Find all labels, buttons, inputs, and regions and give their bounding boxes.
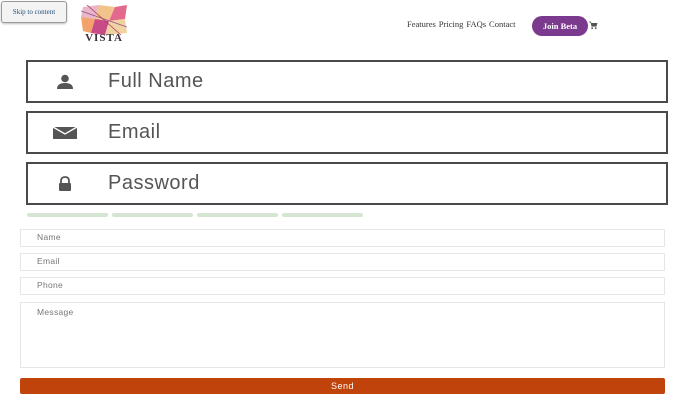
skip-to-content-link[interactable]: Skip to content bbox=[1, 1, 67, 23]
logo-mark bbox=[81, 5, 127, 35]
main-nav: Features Pricing FAQs Contact bbox=[407, 19, 516, 29]
vista-logo[interactable]: VISTA bbox=[81, 5, 127, 47]
phone-input[interactable]: Phone bbox=[20, 277, 665, 295]
nav-item-pricing[interactable]: Pricing bbox=[439, 19, 464, 29]
email-field[interactable]: Email bbox=[26, 111, 668, 154]
nav-item-faqs[interactable]: FAQs bbox=[466, 19, 486, 29]
name-placeholder: Name bbox=[37, 232, 61, 242]
message-placeholder: Message bbox=[37, 307, 74, 317]
lock-icon bbox=[59, 176, 71, 191]
join-beta-button[interactable]: Join Beta bbox=[532, 16, 588, 36]
strength-segment bbox=[112, 213, 193, 217]
password-placeholder: Password bbox=[108, 172, 200, 194]
email-input[interactable]: Email bbox=[20, 253, 665, 271]
password-field[interactable]: Password bbox=[26, 162, 668, 205]
email-input-placeholder: Email bbox=[37, 256, 60, 266]
nav-item-contact[interactable]: Contact bbox=[489, 19, 515, 29]
envelope-icon bbox=[52, 126, 78, 139]
message-textarea[interactable]: Message bbox=[20, 302, 665, 368]
cart-icon[interactable] bbox=[589, 21, 598, 30]
user-icon bbox=[57, 74, 73, 89]
phone-placeholder: Phone bbox=[37, 280, 64, 290]
full-name-placeholder: Full Name bbox=[108, 70, 204, 92]
logo-name: VISTA bbox=[85, 32, 123, 44]
strength-segment bbox=[27, 213, 108, 217]
nav-item-features[interactable]: Features bbox=[407, 19, 436, 29]
strength-segment bbox=[197, 213, 278, 217]
full-name-field[interactable]: Full Name bbox=[26, 60, 668, 103]
email-placeholder: Email bbox=[108, 121, 161, 143]
strength-segment bbox=[282, 213, 363, 217]
name-input[interactable]: Name bbox=[20, 229, 665, 247]
send-button[interactable]: Send bbox=[20, 378, 665, 394]
